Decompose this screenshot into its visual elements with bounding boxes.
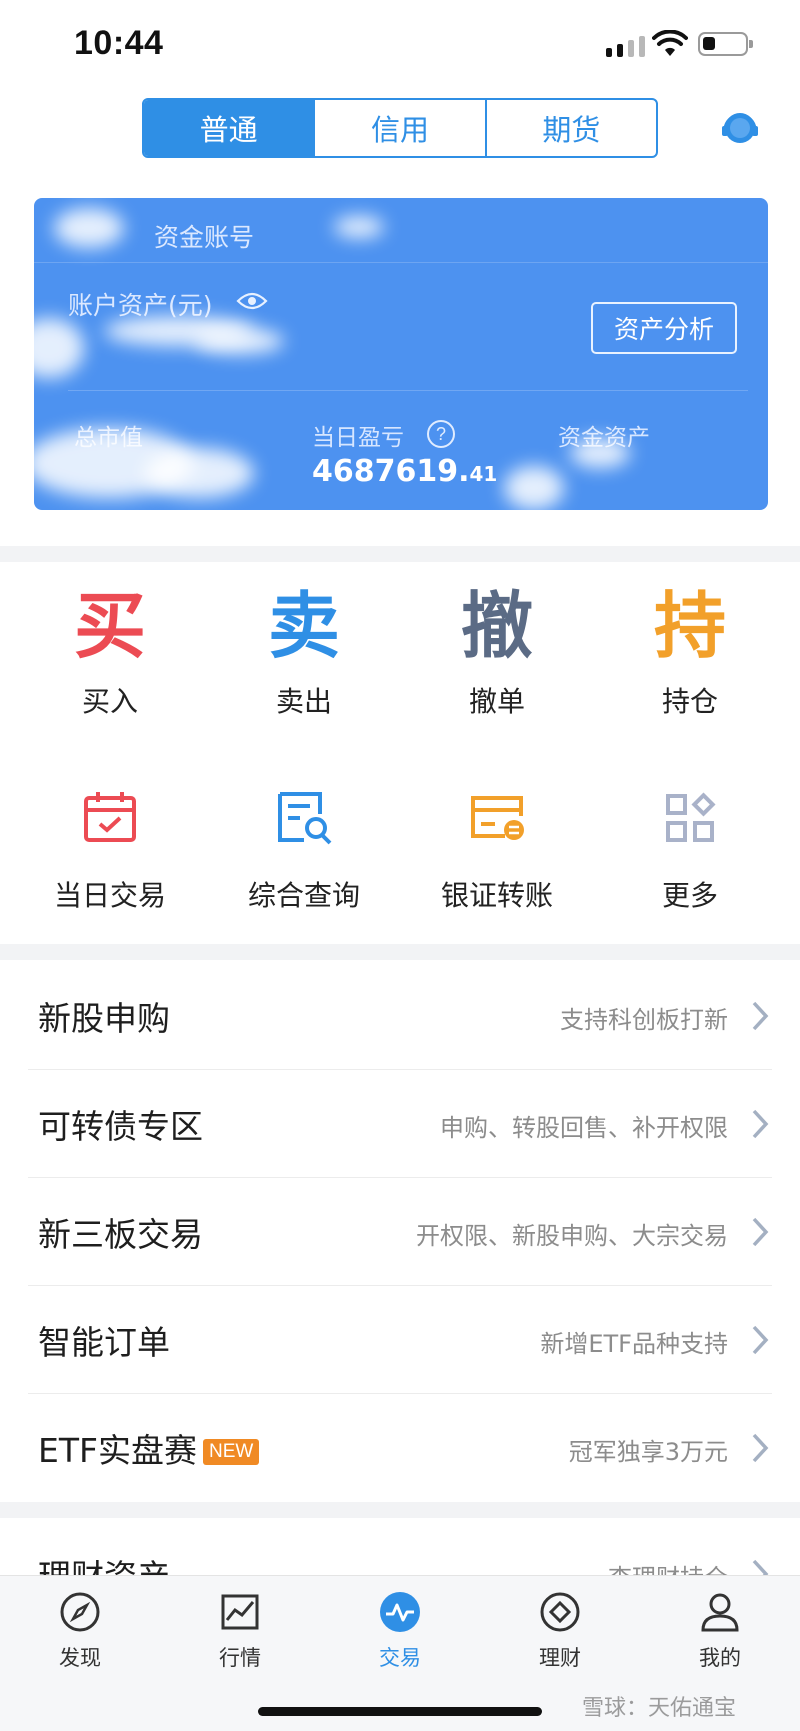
chevron-right-icon xyxy=(752,1433,769,1463)
row-title: 可转债专区 xyxy=(38,1107,203,1146)
row-subtitle: 申购、转股回售、补开权限 xyxy=(440,1114,728,1142)
redaction-mark xyxy=(334,216,384,238)
positions-label: 持仓 xyxy=(661,685,718,718)
bank-transfer-icon xyxy=(471,796,524,840)
buy-label: 买入 xyxy=(81,685,138,718)
customer-service-icon[interactable] xyxy=(720,108,760,148)
buy-button[interactable]: 买 买入 xyxy=(10,590,210,720)
positions-button[interactable]: 持 持仓 xyxy=(590,590,790,720)
row-title: 智能订单 xyxy=(38,1323,170,1362)
section-divider xyxy=(0,944,800,960)
tab-label: 行情 xyxy=(219,1646,261,1670)
daily-pnl-value: 4687619.41 xyxy=(312,454,498,489)
account-type-segment: 普通 信用 期货 xyxy=(142,98,658,158)
status-time: 10:44 xyxy=(74,24,164,62)
new-badge: NEW xyxy=(203,1439,260,1465)
tab-profile[interactable]: 我的 xyxy=(660,1590,780,1672)
cancel-order-label: 撤单 xyxy=(468,685,525,718)
list-row-neeq-trading[interactable]: 新三板交易 开权限、新股申购、大宗交易 xyxy=(0,1178,800,1286)
home-indicator xyxy=(258,1707,542,1716)
cellular-signal-icon xyxy=(606,36,645,57)
bank-transfer-button[interactable]: 银证转账 xyxy=(397,788,597,914)
cancel-order-button[interactable]: 撤 撤单 xyxy=(397,590,597,720)
eye-icon[interactable] xyxy=(236,290,268,312)
query-button[interactable]: 综合查询 xyxy=(204,788,404,914)
bank-transfer-label: 银证转账 xyxy=(440,879,553,912)
document-search-icon xyxy=(278,792,332,845)
tab-trade[interactable]: 交易 xyxy=(340,1590,460,1672)
compass-icon xyxy=(60,1592,100,1632)
help-icon[interactable]: ? xyxy=(427,420,455,448)
redaction-mark xyxy=(194,328,284,354)
row-subtitle: 开权限、新股申购、大宗交易 xyxy=(416,1222,728,1250)
row-subtitle: 支持科创板打新 xyxy=(560,1006,728,1034)
tab-market[interactable]: 行情 xyxy=(180,1590,300,1672)
more-label: 更多 xyxy=(661,879,718,912)
redaction-mark xyxy=(34,318,84,378)
buy-icon: 买 xyxy=(73,584,146,668)
wealth-icon xyxy=(540,1592,580,1632)
account-number-label: 资金账号 xyxy=(154,223,255,252)
profile-icon xyxy=(701,1593,739,1632)
list-row-etf-contest[interactable]: ETF实盘赛 NEW 冠军独享3万元 xyxy=(0,1394,800,1502)
more-button[interactable]: 更多 xyxy=(590,788,790,914)
row-title: 新股申购 xyxy=(38,999,170,1038)
wifi-icon xyxy=(652,30,688,56)
section-divider xyxy=(0,546,800,562)
grid-more-icon xyxy=(666,792,716,842)
trade-icon xyxy=(380,1592,420,1632)
segment-credit[interactable]: 信用 xyxy=(315,100,487,156)
daily-trades-button[interactable]: 当日交易 xyxy=(10,788,210,914)
divider xyxy=(68,390,748,391)
redaction-mark xyxy=(144,448,254,498)
row-subtitle: 新增ETF品种支持 xyxy=(540,1330,728,1358)
tab-label: 交易 xyxy=(379,1646,421,1670)
tab-wealth[interactable]: 理财 xyxy=(500,1590,620,1672)
section-divider xyxy=(0,1502,800,1518)
divider xyxy=(34,262,768,263)
tab-label: 理财 xyxy=(539,1646,581,1670)
sell-button[interactable]: 卖 卖出 xyxy=(204,590,404,720)
row-title: 新三板交易 xyxy=(38,1215,203,1254)
redaction-mark xyxy=(54,208,124,248)
tab-label: 发现 xyxy=(59,1646,101,1670)
row-title: ETF实盘赛 NEW xyxy=(38,1424,260,1472)
chevron-right-icon xyxy=(752,1325,769,1355)
positions-icon: 持 xyxy=(653,584,726,668)
calendar-icon xyxy=(84,792,136,842)
query-label: 综合查询 xyxy=(247,879,360,912)
watermark: 雪球：天佑通宝 xyxy=(582,1696,737,1721)
redaction-mark xyxy=(504,466,564,510)
daily-trades-label: 当日交易 xyxy=(53,879,166,912)
chevron-right-icon xyxy=(752,1001,769,1031)
tab-label: 我的 xyxy=(699,1646,741,1670)
segment-futures[interactable]: 期货 xyxy=(487,100,656,156)
redaction-mark xyxy=(570,438,630,468)
segment-normal[interactable]: 普通 xyxy=(144,100,316,156)
list-row-smart-order[interactable]: 智能订单 新增ETF品种支持 xyxy=(0,1286,800,1394)
chevron-right-icon xyxy=(752,1109,769,1139)
status-bar: 10:44 xyxy=(0,0,800,90)
sell-label: 卖出 xyxy=(275,685,332,718)
account-card: 资金账号 账户资产(元) 资产分析 总市值 当日盈亏 ? 4687619.41 … xyxy=(34,198,768,510)
chart-icon xyxy=(221,1594,259,1630)
list-row-ipo-subscribe[interactable]: 新股申购 支持科创板打新 xyxy=(0,962,800,1070)
cancel-order-icon: 撤 xyxy=(460,584,533,668)
sell-icon: 卖 xyxy=(267,584,340,668)
tab-discover[interactable]: 发现 xyxy=(20,1590,140,1672)
chevron-right-icon xyxy=(752,1217,769,1247)
battery-icon xyxy=(698,32,753,56)
asset-analysis-button[interactable]: 资产分析 xyxy=(591,302,737,354)
daily-pnl-label: 当日盈亏 xyxy=(312,425,404,451)
trade-page: 10:44 普通 信用 期货 资金账号 账户资产(元) 资产分析 总 xyxy=(0,0,800,1731)
list-row-convertible-bond[interactable]: 可转债专区 申购、转股回售、补开权限 xyxy=(0,1070,800,1178)
row-subtitle: 冠军独享3万元 xyxy=(568,1438,728,1466)
